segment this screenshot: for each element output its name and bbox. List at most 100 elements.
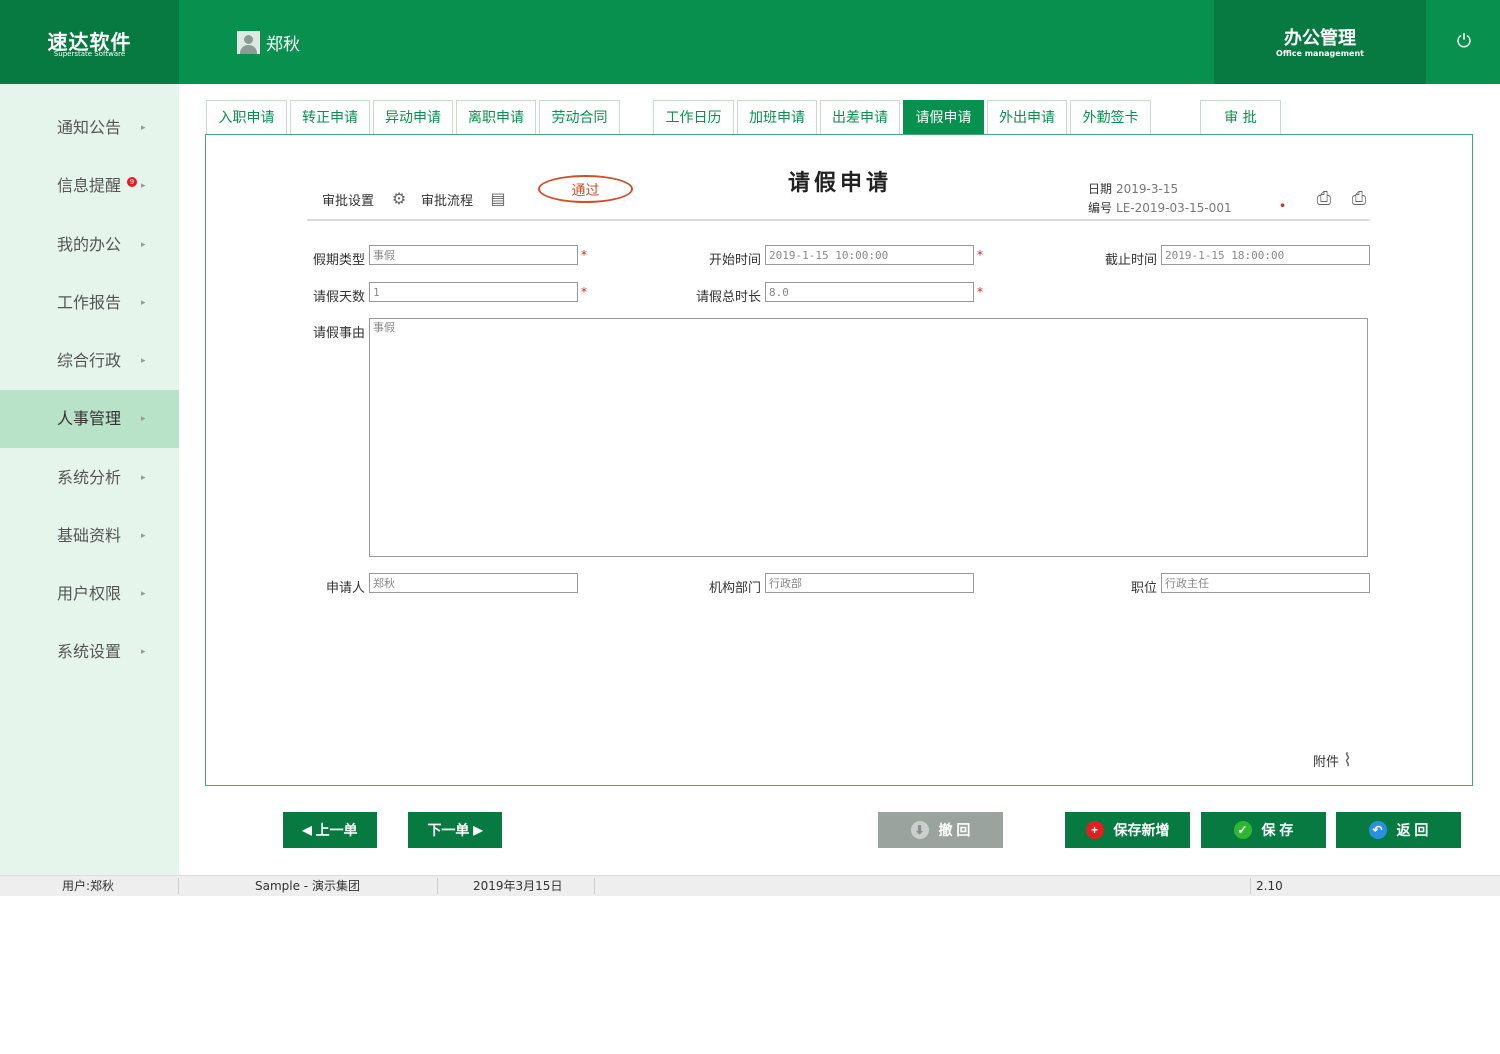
sidebar-item-reminders[interactable]: 信息提醒 9 ▸: [0, 157, 179, 215]
withdraw-label: 撤 回: [938, 822, 971, 838]
sidebar-item-hr[interactable]: 人事管理 ▸: [0, 390, 179, 448]
arrow-right-icon: ▶: [473, 823, 483, 837]
flow-document-icon[interactable]: ▤: [488, 189, 508, 209]
approval-settings-label[interactable]: 审批设置: [322, 190, 374, 209]
total-hours-input[interactable]: [765, 282, 974, 302]
days-label: 请假天数: [312, 290, 365, 305]
status-version: 2.10: [1256, 879, 1283, 893]
start-time-label: 开始时间: [708, 253, 761, 268]
user-name: 郑秋: [266, 34, 300, 55]
save-label: 保 存: [1261, 822, 1294, 838]
sidebar-item-label: 人事管理: [57, 409, 122, 428]
required-mark: •: [1279, 199, 1287, 213]
tab-regularization[interactable]: 转正申请: [290, 100, 370, 134]
number-value: LE-2019-03-15-001: [1116, 201, 1232, 215]
sidebar-item-label: 基础资料: [57, 526, 122, 545]
tab-outing[interactable]: 外出申请: [987, 100, 1067, 134]
avatar-icon: [237, 30, 260, 54]
leave-type-label: 假期类型: [312, 253, 365, 268]
sidebar-item-label: 信息提醒: [57, 176, 122, 195]
status-divider: [437, 878, 438, 894]
sidebar-item-administration[interactable]: 综合行政 ▸: [0, 332, 179, 390]
header-bar: 速达软件 Superstate Software 郑秋 办公管理 Office …: [0, 0, 1500, 84]
sidebar-item-label: 通知公告: [57, 118, 122, 137]
tab-field-checkin[interactable]: 外勤签卡: [1070, 100, 1151, 134]
tab-onboarding[interactable]: 入职申请: [206, 100, 287, 134]
chevron-right-icon: ▸: [141, 181, 146, 191]
next-button[interactable]: 下一单 ▶: [408, 812, 502, 848]
notification-badge: 9: [127, 177, 137, 187]
chevron-right-icon: ▸: [141, 298, 146, 308]
tab-work-calendar[interactable]: 工作日历: [653, 100, 734, 134]
download-icon: ⬇: [910, 821, 929, 839]
sidebar-item-analysis[interactable]: 系统分析 ▸: [0, 449, 179, 507]
undo-arrow-icon: ↶: [1368, 821, 1387, 839]
power-icon[interactable]: ⏻: [1452, 30, 1476, 54]
print-preview-icon[interactable]: ⎙: [1349, 189, 1369, 209]
sidebar-item-my-office[interactable]: 我的办公 ▸: [0, 216, 179, 274]
required-mark: *: [977, 285, 983, 299]
sidebar-item-permissions[interactable]: 用户权限 ▸: [0, 565, 179, 623]
position-label: 职位: [1130, 581, 1157, 596]
chevron-right-icon: ▸: [141, 414, 146, 424]
required-mark: *: [581, 248, 587, 262]
position-input[interactable]: [1161, 573, 1370, 593]
current-user: 郑秋: [237, 30, 300, 55]
applicant-input[interactable]: [369, 573, 578, 593]
end-time-input[interactable]: [1161, 245, 1370, 265]
chevron-right-icon: ▸: [141, 589, 146, 599]
withdraw-button[interactable]: ⬇ 撤 回: [878, 812, 1003, 848]
tab-leave[interactable]: 请假申请: [903, 100, 984, 134]
approval-flow-label[interactable]: 审批流程: [421, 190, 473, 209]
days-input[interactable]: [369, 282, 578, 302]
attachment-label: 附件: [1313, 755, 1340, 770]
tab-approval[interactable]: 审 批: [1200, 100, 1281, 134]
tab-labor-contract[interactable]: 劳动合同: [539, 100, 620, 134]
print-icon[interactable]: ⎙: [1314, 189, 1334, 209]
app-window: 速达软件 Superstate Software 郑秋 办公管理 Office …: [0, 0, 1500, 896]
status-divider: [594, 878, 595, 894]
number-label: 编号: [1088, 201, 1113, 215]
tab-overtime[interactable]: 加班申请: [737, 100, 817, 134]
sidebar-item-label: 系统分析: [57, 468, 122, 487]
sidebar-item-label: 工作报告: [57, 293, 122, 312]
sidebar-item-system-settings[interactable]: 系统设置 ▸: [0, 623, 179, 681]
back-button[interactable]: ↶ 返 回: [1336, 812, 1461, 848]
chevron-right-icon: ▸: [141, 240, 146, 250]
chevron-right-icon: ▸: [141, 473, 146, 483]
chevron-right-icon: ▸: [141, 356, 146, 366]
reason-textarea[interactable]: 事假: [369, 318, 1368, 557]
module-subtitle: Office management: [1276, 49, 1364, 58]
save-new-button[interactable]: + 保存新增: [1065, 812, 1190, 848]
form-date: 日期 2019-3-15: [1088, 180, 1178, 197]
gear-icon[interactable]: ⚙: [389, 189, 409, 209]
save-new-label: 保存新增: [1113, 822, 1170, 838]
start-time-input[interactable]: [765, 245, 974, 265]
attachment-link[interactable]: 附件 ⌇: [1313, 750, 1352, 771]
chevron-right-icon: ▸: [141, 123, 146, 133]
sidebar-item-notices[interactable]: 通知公告 ▸: [0, 99, 179, 157]
tab-business-trip[interactable]: 出差申请: [820, 100, 900, 134]
chevron-right-icon: ▸: [141, 647, 146, 657]
leave-type-input[interactable]: [369, 245, 578, 265]
brand-logo: 速达软件 Superstate Software: [0, 0, 179, 84]
prev-label: 上一单: [315, 822, 358, 838]
status-user: 用户:郑秋: [62, 879, 115, 893]
department-input[interactable]: [765, 573, 974, 593]
date-label: 日期: [1088, 182, 1113, 196]
chevron-right-icon: ▸: [141, 531, 146, 541]
tab-transfer[interactable]: 异动申请: [373, 100, 453, 134]
sidebar-item-label: 综合行政: [57, 351, 122, 370]
header-divider: [307, 219, 1370, 221]
tab-resignation[interactable]: 离职申请: [456, 100, 536, 134]
sidebar-item-basic-data[interactable]: 基础资料 ▸: [0, 507, 179, 565]
form-number: 编号 LE-2019-03-15-001: [1088, 199, 1232, 216]
sidebar-item-work-report[interactable]: 工作报告 ▸: [0, 274, 179, 332]
save-button[interactable]: ✓ 保 存: [1201, 812, 1326, 848]
brand-subtitle: Superstate Software: [53, 50, 126, 58]
status-bar: 用户:郑秋 Sample - 演示集团 2019年3月15日 2.10: [0, 875, 1500, 896]
arrow-left-icon: ◀: [302, 823, 312, 837]
prev-button[interactable]: ◀ 上一单: [283, 812, 377, 848]
total-hours-label: 请假总时长: [695, 290, 761, 305]
required-mark: *: [581, 285, 587, 299]
